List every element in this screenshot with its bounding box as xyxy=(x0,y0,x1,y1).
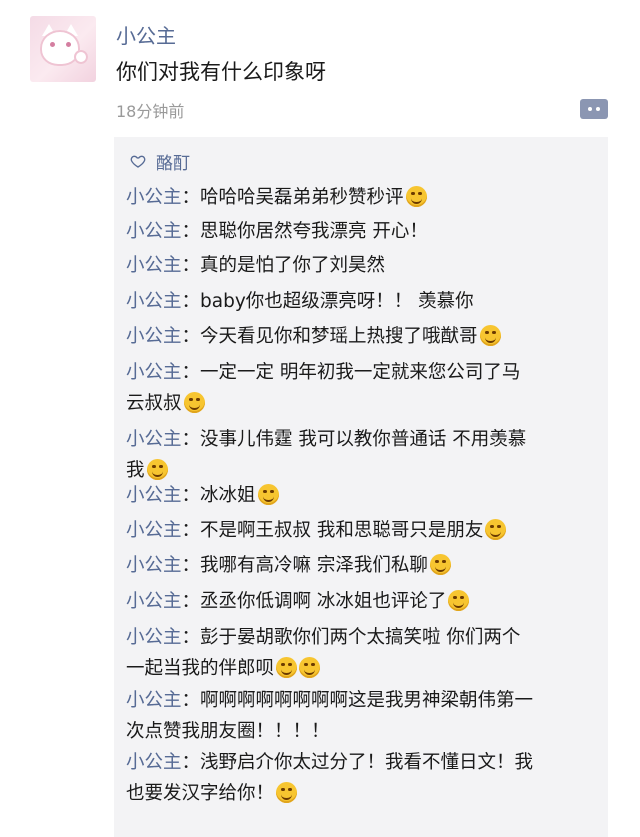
comment-item[interactable]: 小公主：真的是怕了你了刘昊然 xyxy=(126,250,604,281)
comment-line: 小公主：今天看见你和梦瑶上热搜了哦猷哥 xyxy=(126,321,604,352)
avatar-cat-eye xyxy=(66,42,71,47)
comment-line: 一起当我的伴郎呗 xyxy=(126,653,604,684)
comment-item[interactable]: 小公主：丞丞你低调啊 冰冰姐也评论了 xyxy=(126,586,604,617)
comment-text: ：今天看见你和梦瑶上热搜了哦猷哥 xyxy=(181,326,478,347)
liker-name[interactable]: 酪酊 xyxy=(156,149,190,174)
comment-item[interactable]: 小公主：啊啊啊啊啊啊啊啊这是我男神梁朝伟第一次点赞我朋友圈！！！！ xyxy=(126,685,604,747)
comment-text: ：baby你也超级漂亮呀！！ 羡慕你 xyxy=(181,291,474,312)
comment-item[interactable]: 小公主：哈哈哈吴磊弟弟秒赞秒评 xyxy=(126,182,604,213)
laugh-emoji xyxy=(276,657,298,678)
laugh-emoji xyxy=(299,657,321,678)
comment-author[interactable]: 小公主 xyxy=(126,485,182,506)
more-options-button[interactable] xyxy=(580,99,608,119)
comment-author[interactable]: 小公主 xyxy=(126,520,182,541)
comment-item[interactable]: 小公主：一定一定 明年初我一定就来您公司了马云叔叔 xyxy=(126,357,604,419)
comment-text: ：我哪有高冷嘛 宗泽我们私聊 xyxy=(181,555,428,576)
comment-line: 小公主：彭于晏胡歌你们两个太搞笑啦 你们两个 xyxy=(126,622,604,653)
shy-emoji xyxy=(429,554,451,575)
comment-item[interactable]: 小公主：冰冰姐 xyxy=(126,480,604,511)
comment-text: ：浅野启介你太过分了！我看不懂日文！我 xyxy=(181,752,534,773)
laugh-emoji xyxy=(485,519,507,540)
smirk-emoji xyxy=(479,325,501,346)
post-timestamp: 18分钟前 xyxy=(116,102,185,121)
comment-author[interactable]: 小公主 xyxy=(126,326,182,347)
comment-line: 小公主：啊啊啊啊啊啊啊啊这是我男神梁朝伟第一 xyxy=(126,685,604,716)
grin-emoji xyxy=(183,392,205,413)
avatar-cat-paw xyxy=(74,50,88,64)
smirk-emoji xyxy=(405,186,427,207)
comment-line: 小公主：没事儿伟霆 我可以教你普通话 不用羡慕 xyxy=(126,424,604,455)
comment-text: ：真的是怕了你了刘昊然 xyxy=(181,255,386,276)
comment-item[interactable]: 小公主：浅野启介你太过分了！我看不懂日文！我也要发汉字给你！ xyxy=(126,747,604,809)
tears-emoji xyxy=(448,590,470,611)
comments-panel: 酪酊 小公主：哈哈哈吴磊弟弟秒赞秒评 小公主：思聪你居然夸我漂亮 开心！ 小公主：真… xyxy=(114,137,608,837)
comment-author[interactable]: 小公主 xyxy=(126,690,182,711)
comment-line: 也要发汉字给你！ xyxy=(126,778,604,809)
heart-icon xyxy=(130,155,146,168)
comment-author[interactable]: 小公主 xyxy=(126,627,182,648)
avatar-cat-eye xyxy=(50,42,55,47)
comment-author[interactable]: 小公主 xyxy=(126,429,182,450)
post-text: 你们对我有什么印象呀 xyxy=(116,60,326,84)
comment-author[interactable]: 小公主 xyxy=(126,221,182,242)
post-username[interactable]: 小公主 xyxy=(116,20,176,49)
comment-author[interactable]: 小公主 xyxy=(126,187,182,208)
comment-text: ：丞丞你低调啊 冰冰姐也评论了 xyxy=(181,591,447,612)
comment-line: 小公主：思聪你居然夸我漂亮 开心！ xyxy=(126,216,604,247)
comment-line: 小公主：一定一定 明年初我一定就来您公司了马 xyxy=(126,357,604,388)
comment-text: 一起当我的伴郎呗 xyxy=(126,658,275,679)
comment-author[interactable]: 小公主 xyxy=(126,291,182,312)
comment-line: 小公主：哈哈哈吴磊弟弟秒赞秒评 xyxy=(126,182,604,213)
comment-text: 也要发汉字给你！ xyxy=(126,783,275,804)
dot-icon xyxy=(588,107,592,111)
comment-item[interactable]: 小公主：彭于晏胡歌你们两个太搞笑啦 你们两个一起当我的伴郎呗 xyxy=(126,622,604,684)
comment-text: ：冰冰姐 xyxy=(181,485,256,506)
comment-line: 小公主：丞丞你低调啊 冰冰姐也评论了 xyxy=(126,586,604,617)
comment-item[interactable]: 小公主：baby你也超级漂亮呀！！ 羡慕你 xyxy=(126,286,604,317)
tears-emoji xyxy=(257,484,279,505)
comment-line: 小公主：真的是怕了你了刘昊然 xyxy=(126,250,604,281)
comment-author[interactable]: 小公主 xyxy=(126,255,182,276)
laugh-emoji xyxy=(276,782,298,803)
comment-text: 我 xyxy=(126,460,145,481)
comment-text: ：彭于晏胡歌你们两个太搞笑啦 你们两个 xyxy=(181,627,521,648)
dot-icon xyxy=(596,107,600,111)
comment-item[interactable]: 小公主：我哪有高冷嘛 宗泽我们私聊 xyxy=(126,550,604,581)
comment-text: ：啊啊啊啊啊啊啊啊这是我男神梁朝伟第一 xyxy=(181,690,534,711)
comment-author[interactable]: 小公主 xyxy=(126,362,182,383)
comment-line: 小公主：冰冰姐 xyxy=(126,480,604,511)
comment-text: ：哈哈哈吴磊弟弟秒赞秒评 xyxy=(181,187,404,208)
comment-line: 小公主：baby你也超级漂亮呀！！ 羡慕你 xyxy=(126,286,604,317)
comment-item[interactable]: 小公主：没事儿伟霆 我可以教你普通话 不用羡慕我 xyxy=(126,424,604,486)
comment-item[interactable]: 小公主：今天看见你和梦瑶上热搜了哦猷哥 xyxy=(126,321,604,352)
comment-line: 次点赞我朋友圈！！！！ xyxy=(126,716,604,747)
avatar[interactable] xyxy=(30,16,96,82)
comment-text: 次点赞我朋友圈！！！！ xyxy=(126,721,330,742)
comment-item[interactable]: 小公主：思聪你居然夸我漂亮 开心！ xyxy=(126,216,604,247)
comment-item[interactable]: 小公主：不是啊王叔叔 我和思聪哥只是朋友 xyxy=(126,515,604,546)
comment-text: 云叔叔 xyxy=(126,393,182,414)
comment-text: ：不是啊王叔叔 我和思聪哥只是朋友 xyxy=(181,520,484,541)
comment-text: ：一定一定 明年初我一定就来您公司了马 xyxy=(181,362,521,383)
comment-text: ：没事儿伟霆 我可以教你普通话 不用羡慕 xyxy=(181,429,527,450)
comment-line: 云叔叔 xyxy=(126,388,604,419)
laugh-emoji xyxy=(146,459,168,480)
comment-line: 小公主：不是啊王叔叔 我和思聪哥只是朋友 xyxy=(126,515,604,546)
likes-row: 酪酊 xyxy=(130,149,190,174)
comment-author[interactable]: 小公主 xyxy=(126,752,182,773)
comment-line: 小公主：浅野启介你太过分了！我看不懂日文！我 xyxy=(126,747,604,778)
comment-author[interactable]: 小公主 xyxy=(126,555,182,576)
comment-text: ：思聪你居然夸我漂亮 开心！ xyxy=(181,221,428,242)
comment-line: 小公主：我哪有高冷嘛 宗泽我们私聊 xyxy=(126,550,604,581)
comment-author[interactable]: 小公主 xyxy=(126,591,182,612)
